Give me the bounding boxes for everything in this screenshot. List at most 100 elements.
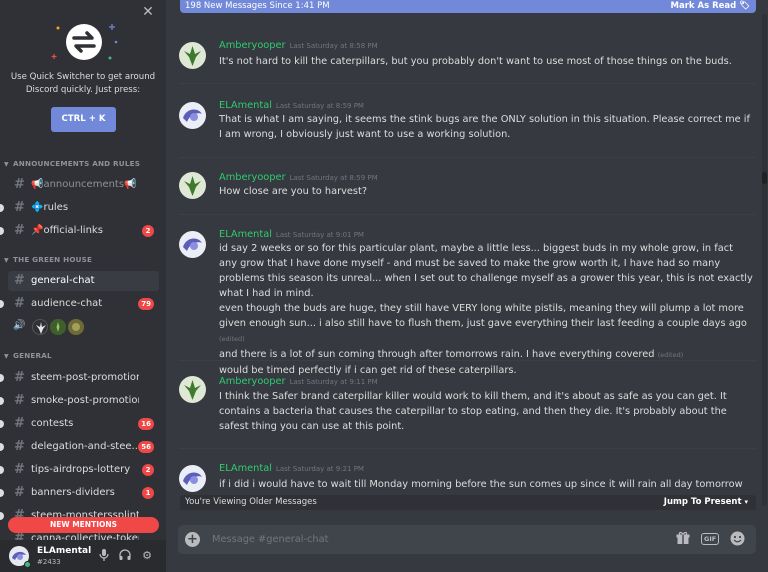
avatar[interactable] <box>179 465 206 492</box>
category-announcements-and-rules[interactable]: ▼ ANNOUNCEMENTS AND RULES <box>4 158 140 170</box>
message-author[interactable]: Amberyooper Last Saturday at 9:11 PM <box>219 376 378 387</box>
hash-icon: # <box>14 393 25 408</box>
emoji-icon[interactable] <box>729 531 745 548</box>
channel-rules[interactable]: # 💠rules <box>8 198 159 218</box>
channel-general-chat[interactable]: # general-chat <box>8 271 159 291</box>
message-body: That is what I am saying, it seems the s… <box>219 112 754 142</box>
scrollbar-thumb[interactable] <box>762 172 767 184</box>
message-text: That is what I am saying, it seems the s… <box>219 114 750 140</box>
message-timestamp: Last Saturday at 8:59 PM <box>275 102 364 110</box>
unread-indicator <box>0 397 4 405</box>
channel-steem-post-promotion[interactable]: # steem-post-promotion <box>8 368 159 388</box>
message-author[interactable]: ELAmental Last Saturday at 9:21 PM <box>219 463 364 474</box>
unread-indicator <box>0 443 4 451</box>
author-name: ELAmental <box>219 463 272 474</box>
avatar[interactable] <box>179 172 206 199</box>
unread-indicator <box>0 227 4 235</box>
hash-icon: # <box>14 177 25 192</box>
quick-switcher-tip: ✕ Use Quick Switcher to get around Disco… <box>0 0 166 150</box>
message-text: How close are you to harvest? <box>219 186 368 197</box>
chevron-down-icon: ▼ <box>4 353 9 360</box>
voice-user-avatar[interactable] <box>50 319 66 335</box>
message-text: I think the Safer brand caterpillar kill… <box>219 391 727 432</box>
chevron-down-icon: ▼ <box>4 161 9 168</box>
message-divider <box>179 360 756 361</box>
message-divider <box>179 214 756 215</box>
microphone-icon[interactable] <box>97 549 111 563</box>
edited-label: (edited) <box>657 351 684 359</box>
new-messages-bar[interactable]: 198 New Messages Since 1:41 PM Mark As R… <box>180 0 756 13</box>
plant-avatar-icon <box>179 172 206 199</box>
shortcut-button[interactable]: CTRL + K <box>51 107 116 132</box>
message-text: even though the buds are huge, they stil… <box>219 303 747 329</box>
message-timestamp: Last Saturday at 8:59 PM <box>289 174 378 182</box>
avatar[interactable] <box>179 231 206 258</box>
attach-plus-icon[interactable]: + <box>185 532 200 547</box>
mention-badge: 1 <box>142 487 154 499</box>
edited-label: (edited) <box>219 335 245 343</box>
channel-delegation[interactable]: # delegation-and-stee... 56 <box>8 437 159 457</box>
user-avatar-icon <box>179 231 206 258</box>
mention-badge: 2 <box>142 464 154 476</box>
unread-indicator <box>0 374 4 382</box>
avatar[interactable] <box>179 102 206 129</box>
message-timestamp: Last Saturday at 9:01 PM <box>275 231 364 239</box>
category-label: GENERAL <box>13 351 52 360</box>
channel-smoke-post-promotion[interactable]: # smoke-post-promotion <box>8 391 159 411</box>
plant-avatar-icon <box>179 42 206 69</box>
gear-icon[interactable]: ⚙ <box>140 549 154 563</box>
unread-indicator <box>0 489 4 497</box>
mark-as-read-button[interactable]: Mark As Read 🏷 <box>671 0 751 13</box>
chevron-down-icon: ▼ <box>4 257 9 264</box>
user-panel: ELAmental #2433 ⚙ <box>0 540 166 572</box>
hash-icon: # <box>14 439 25 454</box>
new-mentions-button[interactable]: NEW MENTIONS <box>8 517 159 533</box>
channel-contests[interactable]: # contests 16 <box>8 414 159 434</box>
message-body: How close are you to harvest? <box>219 184 754 199</box>
channel-audience-chat[interactable]: # audience-chat 79 <box>8 294 159 314</box>
voice-channel[interactable]: 🔊 <box>8 317 159 337</box>
message-author[interactable]: Amberyooper Last Saturday at 8:59 PM <box>219 172 378 183</box>
message-body: if i did i would have to wait till Monda… <box>219 477 754 492</box>
mention-badge: 2 <box>142 225 154 237</box>
channel-label: delegation-and-stee... <box>31 441 139 452</box>
user-avatar-icon <box>179 465 206 492</box>
message-author[interactable]: ELAmental Last Saturday at 8:59 PM <box>219 100 364 111</box>
cannabis-leaf-icon <box>36 322 46 334</box>
message-author[interactable]: Amberyooper Last Saturday at 8:58 PM <box>219 40 378 51</box>
headphones-icon[interactable] <box>118 549 132 563</box>
channel-tips-airdrops-lottery[interactable]: # tips-airdrops-lottery 2 <box>8 460 159 480</box>
mark-read-icon: 🏷 <box>739 1 750 11</box>
message-body: I think the Safer brand caterpillar kill… <box>219 389 754 434</box>
author-name: Amberyooper <box>219 376 286 387</box>
hash-icon: # <box>14 416 25 431</box>
gif-icon[interactable]: GIF <box>701 533 720 545</box>
mention-badge: 16 <box>138 418 154 430</box>
speaker-icon: 🔊 <box>13 320 26 331</box>
message-divider <box>179 83 756 84</box>
voice-user-avatar[interactable] <box>32 319 48 335</box>
avatar[interactable] <box>179 42 206 69</box>
close-icon[interactable]: ✕ <box>141 4 155 20</box>
message-author[interactable]: ELAmental Last Saturday at 9:01 PM <box>219 229 364 240</box>
gift-icon[interactable] <box>675 531 691 548</box>
jump-to-present-button[interactable]: Jump To Present ▾ <box>664 495 748 510</box>
message-divider <box>179 157 756 158</box>
message-input[interactable] <box>212 531 632 548</box>
scrollbar[interactable] <box>762 14 767 506</box>
channel-banners-dividers[interactable]: # banners-dividers 1 <box>8 483 159 503</box>
category-general[interactable]: ▼ GENERAL <box>4 350 52 362</box>
category-the-green-house[interactable]: ▼ THE GREEN HOUSE <box>4 254 92 266</box>
user-avatar-icon <box>179 102 206 129</box>
voice-user-avatar[interactable] <box>68 319 84 335</box>
author-name: ELAmental <box>219 100 272 111</box>
message-body: It's not hard to kill the caterpillars, … <box>219 54 754 69</box>
message-timestamp: Last Saturday at 8:58 PM <box>289 42 378 50</box>
unread-indicator <box>0 204 4 212</box>
avatar[interactable] <box>179 376 206 403</box>
older-messages-bar: You're Viewing Older Messages Jump To Pr… <box>180 495 756 510</box>
channel-official-links[interactable]: # 📌official-links 2 <box>8 221 159 241</box>
channel-label: 📢announcements📢 <box>31 179 137 190</box>
channel-announcements[interactable]: # 📢announcements📢 <box>8 175 159 195</box>
author-name: ELAmental <box>219 229 272 240</box>
